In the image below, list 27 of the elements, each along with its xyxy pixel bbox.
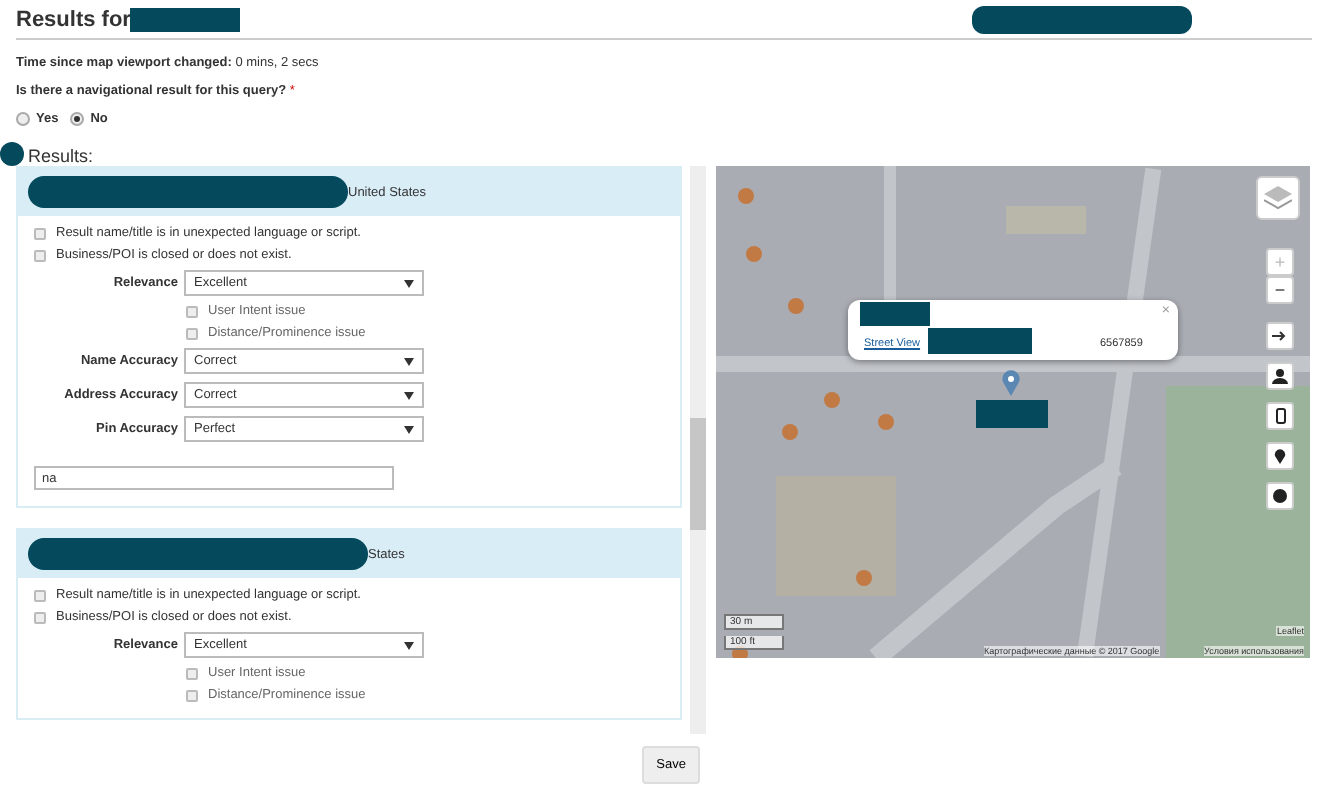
radio-button[interactable]: [70, 112, 85, 126]
checkbox[interactable]: [186, 305, 198, 317]
checkbox[interactable]: [34, 611, 46, 623]
caret-icon: [404, 391, 414, 399]
redaction-mark: [0, 142, 24, 166]
redaction-mark: [976, 400, 1048, 428]
layers-icon[interactable]: [1256, 176, 1300, 220]
pin-icon[interactable]: [1266, 442, 1294, 470]
radio-button[interactable]: [16, 112, 30, 126]
person-icon[interactable]: [1266, 362, 1294, 390]
checkbox[interactable]: [34, 249, 46, 261]
caret-icon: [404, 425, 414, 433]
checkbox[interactable]: [186, 689, 198, 701]
checkbox[interactable]: [34, 589, 46, 601]
checkbox[interactable]: [34, 227, 46, 239]
phone-icon[interactable]: [1266, 402, 1294, 430]
checkbox[interactable]: [186, 327, 198, 339]
map-pin-icon: [1002, 370, 1020, 396]
caret-icon: [404, 641, 414, 649]
results-heading: Results:: [28, 146, 94, 166]
scrollbar[interactable]: [690, 166, 706, 734]
redaction-mark: [130, 7, 241, 31]
page-title: Results for: [16, 7, 131, 31]
zoom-button[interactable]: −: [1266, 276, 1294, 304]
caret-icon: [404, 279, 414, 287]
caret-icon: [404, 357, 414, 365]
checkbox[interactable]: [186, 667, 198, 679]
